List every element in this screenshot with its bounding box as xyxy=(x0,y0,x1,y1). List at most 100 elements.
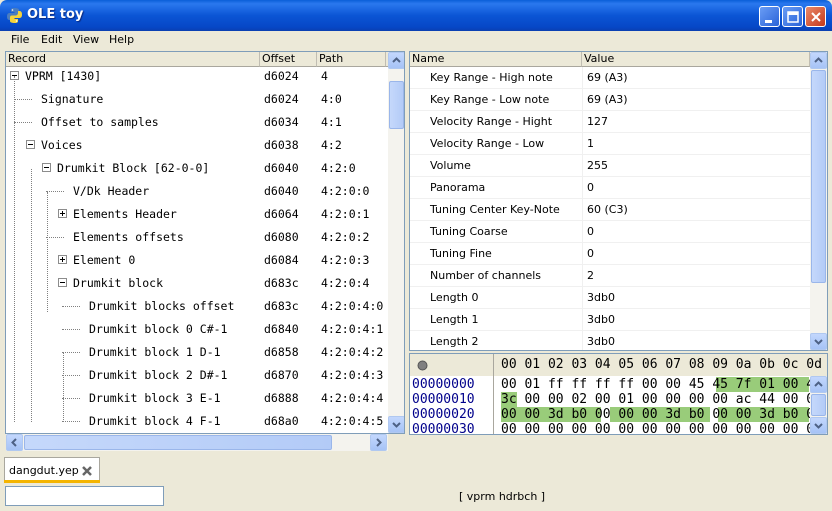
tree-row[interactable]: Elements offsets d6080 4:2:0:2 xyxy=(6,226,390,249)
column-header-value[interactable]: Value xyxy=(582,52,810,67)
scroll-up-button[interactable] xyxy=(388,52,404,69)
tree-vertical-scrollbar[interactable] xyxy=(388,52,404,433)
property-row[interactable]: Key Range - Low note 69 (A3) xyxy=(410,89,810,111)
tree-row-path: 4:1 xyxy=(321,115,342,129)
scroll-right-button[interactable] xyxy=(370,434,387,451)
property-row[interactable]: Velocity Range - Low 1 xyxy=(410,133,810,155)
property-row[interactable]: Length 2 3db0 xyxy=(410,331,810,350)
prop-scroll-up-button[interactable] xyxy=(810,52,827,69)
tree-row[interactable]: Elements Header d6064 4:2:0:1 xyxy=(6,203,390,226)
tree-row[interactable]: Offset to samples d6034 4:1 xyxy=(6,111,390,134)
property-value[interactable]: 1 xyxy=(587,137,594,150)
prop-scroll-thumb[interactable] xyxy=(811,70,826,283)
property-value[interactable]: 0 xyxy=(587,225,594,238)
property-value[interactable]: 0 xyxy=(587,181,594,194)
prop-scroll-down-button[interactable] xyxy=(810,333,827,350)
tree-connector xyxy=(62,375,80,376)
menu-help[interactable]: Help xyxy=(109,33,134,46)
property-grid[interactable]: Name Value Key Range - High note 69 (A3) K… xyxy=(409,51,828,351)
arrow-down-icon xyxy=(814,423,823,429)
expand-icon[interactable] xyxy=(58,209,67,218)
hex-address: 00000020 xyxy=(412,407,475,422)
property-row[interactable]: Number of channels 2 xyxy=(410,265,810,287)
collapse-icon[interactable] xyxy=(58,278,67,287)
property-value[interactable]: 127 xyxy=(587,115,608,128)
hex-address: 00000000 xyxy=(412,377,475,392)
property-value[interactable]: 0 xyxy=(587,247,594,260)
property-row[interactable]: Length 0 3db0 xyxy=(410,287,810,309)
hex-row[interactable]: 3c 00 00 02 00 01 00 00 00 00 ac 44 00 0… xyxy=(501,392,822,407)
menu-edit[interactable]: Edit xyxy=(41,33,62,46)
collapse-icon[interactable] xyxy=(26,140,35,149)
tree-row[interactable]: Element 0 d6084 4:2:0:3 xyxy=(6,249,390,272)
hex-row[interactable]: 00 00 00 00 00 00 00 00 00 00 00 00 00 0… xyxy=(501,422,822,434)
scroll-left-button[interactable] xyxy=(6,434,23,451)
tree-row[interactable]: VPRM [1430] d6024 4 xyxy=(6,65,390,88)
property-row[interactable]: Tuning Fine 0 xyxy=(410,243,810,265)
property-value[interactable]: 69 (A3) xyxy=(587,71,628,84)
menu-view[interactable]: View xyxy=(73,33,99,46)
menu-file[interactable]: File xyxy=(11,33,29,46)
tree-row-path: 4:2:0 xyxy=(321,161,356,175)
tree-row-path: 4:2:0:4 xyxy=(321,276,370,290)
title-bar[interactable]: OLE toy xyxy=(0,0,832,31)
scroll-down-button[interactable] xyxy=(388,416,404,433)
property-row[interactable]: Length 1 3db0 xyxy=(410,309,810,331)
command-input[interactable] xyxy=(5,486,164,506)
property-row[interactable]: Tuning Coarse 0 xyxy=(410,221,810,243)
tree-row-path: 4:2:0:4:0 xyxy=(321,299,384,313)
hex-view[interactable]: 00 01 02 03 04 05 06 07 08 09 0a 0b 0c 0… xyxy=(409,353,828,435)
tree-connector xyxy=(46,237,64,238)
tree-row[interactable]: Drumkit blocks offset d683c 4:2:0:4:0 xyxy=(6,295,390,318)
close-tab-icon[interactable] xyxy=(81,465,93,477)
tree-row-offset: d6024 xyxy=(264,92,299,106)
expand-icon[interactable] xyxy=(58,255,67,264)
tree-row[interactable]: Drumkit Block [62-0-0] d6040 4:2:0 xyxy=(6,157,390,180)
tree-row[interactable]: Signature d6024 4:0 xyxy=(6,88,390,111)
hex-scroll-up-button[interactable] xyxy=(810,376,827,393)
property-value[interactable]: 2 xyxy=(587,269,594,282)
maximize-button[interactable] xyxy=(782,6,803,27)
hex-column-header: 00 01 02 03 04 05 06 07 08 09 0a 0b 0c 0… xyxy=(501,357,822,372)
tree-guide-line xyxy=(63,352,64,422)
property-value[interactable]: 60 (C3) xyxy=(587,203,628,216)
window-title: OLE toy xyxy=(27,7,84,22)
property-value[interactable]: 3db0 xyxy=(587,335,615,348)
tree-connector xyxy=(62,306,80,307)
tree-row-label: V/Dk Header xyxy=(73,184,150,198)
property-row[interactable]: Panorama 0 xyxy=(410,177,810,199)
menu-bar: File Edit View Help xyxy=(0,31,832,49)
column-header-name[interactable]: Name xyxy=(410,52,582,67)
hex-vertical-scrollbar[interactable] xyxy=(810,376,827,434)
property-value[interactable]: 3db0 xyxy=(587,291,615,304)
property-value[interactable]: 3db0 xyxy=(587,313,615,326)
property-row[interactable]: Velocity Range - Hight 127 xyxy=(410,111,810,133)
tree-row-label: Drumkit block 3 E-1 xyxy=(89,391,221,405)
hex-row[interactable]: 00 01 ff ff ff ff 00 00 45 45 7f 01 00 4… xyxy=(501,377,827,392)
hex-row[interactable]: 00 00 3d b0 00 00 00 3d b0 00 00 3d b0 0… xyxy=(501,407,827,422)
property-value[interactable]: 69 (A3) xyxy=(587,93,628,106)
tree-horizontal-scrollbar-track[interactable] xyxy=(6,434,388,451)
property-row[interactable]: Volume 255 xyxy=(410,155,810,177)
tree-row-label: Drumkit block 0 C#-1 xyxy=(89,322,228,336)
property-vertical-scrollbar[interactable] xyxy=(810,52,827,350)
tree-row[interactable]: Voices d6038 4:2 xyxy=(6,134,390,157)
property-row[interactable]: Key Range - High note 69 (A3) xyxy=(410,67,810,89)
hex-scroll-down-button[interactable] xyxy=(810,417,827,434)
hex-scroll-thumb[interactable] xyxy=(811,394,826,416)
tree-row[interactable]: Drumkit block 0 C#-1 d6840 4:2:0:4:1 xyxy=(6,318,390,341)
minimize-button[interactable] xyxy=(759,6,780,27)
tree-row[interactable]: Drumkit block d683c 4:2:0:4 xyxy=(6,272,390,295)
column-divider xyxy=(582,89,583,111)
maximize-icon xyxy=(787,11,799,23)
tree-row[interactable]: V/Dk Header d6040 4:2:0:0 xyxy=(6,180,390,203)
record-tree[interactable]: Record Offset Path L VPRM [1430]d60244Si… xyxy=(5,51,405,434)
tab-strip: dangdut.yep xyxy=(0,453,832,483)
tree-row-offset: d6038 xyxy=(264,138,299,152)
collapse-icon[interactable] xyxy=(42,163,51,172)
hscroll-thumb[interactable] xyxy=(24,435,332,450)
scroll-thumb[interactable] xyxy=(389,81,404,129)
close-window-button[interactable] xyxy=(805,6,826,27)
property-value[interactable]: 255 xyxy=(587,159,608,172)
property-row[interactable]: Tuning Center Key-Note 60 (C3) xyxy=(410,199,810,221)
